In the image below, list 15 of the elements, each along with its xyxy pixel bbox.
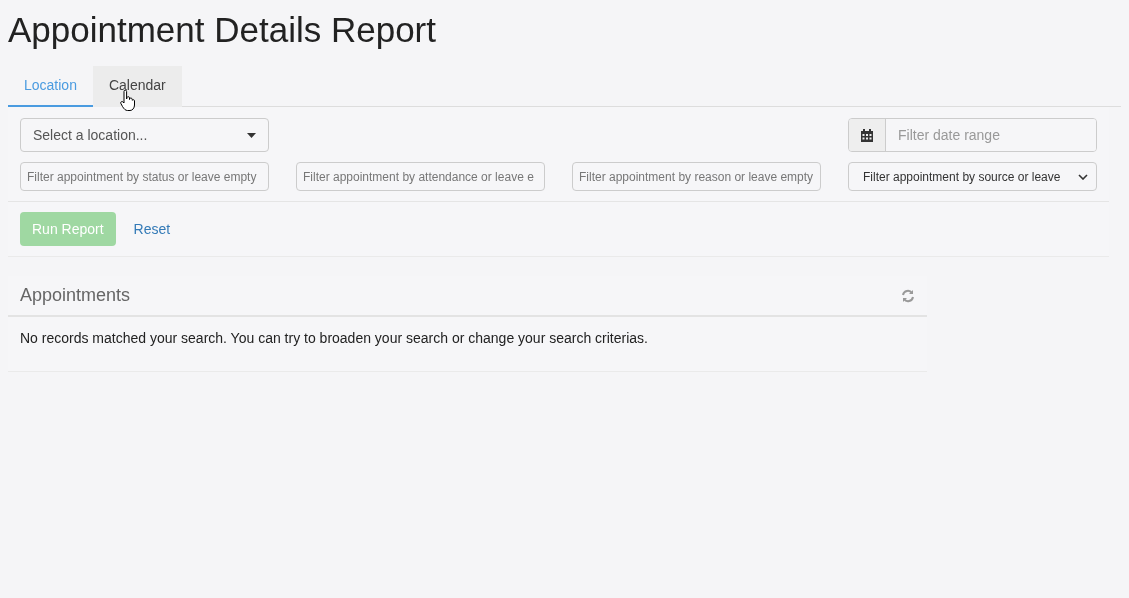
caret-icon	[247, 132, 256, 138]
reason-filter-field[interactable]: Filter appointment by reason or leave empty	[572, 162, 821, 191]
panel-title: Appointments	[20, 284, 131, 307]
reset-link[interactable]: Reset	[123, 218, 181, 240]
empty-message: No records matched your search. You can try to broaden your search or change your search criterias.	[20, 329, 648, 348]
status-filter-field[interactable]: Filter appointment by status or leave empty	[20, 162, 269, 191]
tab[interactable]: Calendar	[92, 66, 182, 107]
attendance-filter-field[interactable]: Filter appointment by attendance or leave e	[296, 162, 545, 191]
refresh-icon[interactable]	[901, 288, 915, 303]
location-dropdown[interactable]: Select a location...	[20, 118, 269, 152]
date-range-field[interactable]: Filter date range	[848, 118, 1097, 152]
page-title: Appointment Details Report	[8, 10, 436, 50]
calendar-icon	[861, 128, 873, 142]
source-filter-dropdown[interactable]: Filter appointment by source or leave	[848, 162, 1097, 191]
chevron-down-icon	[1078, 173, 1088, 180]
